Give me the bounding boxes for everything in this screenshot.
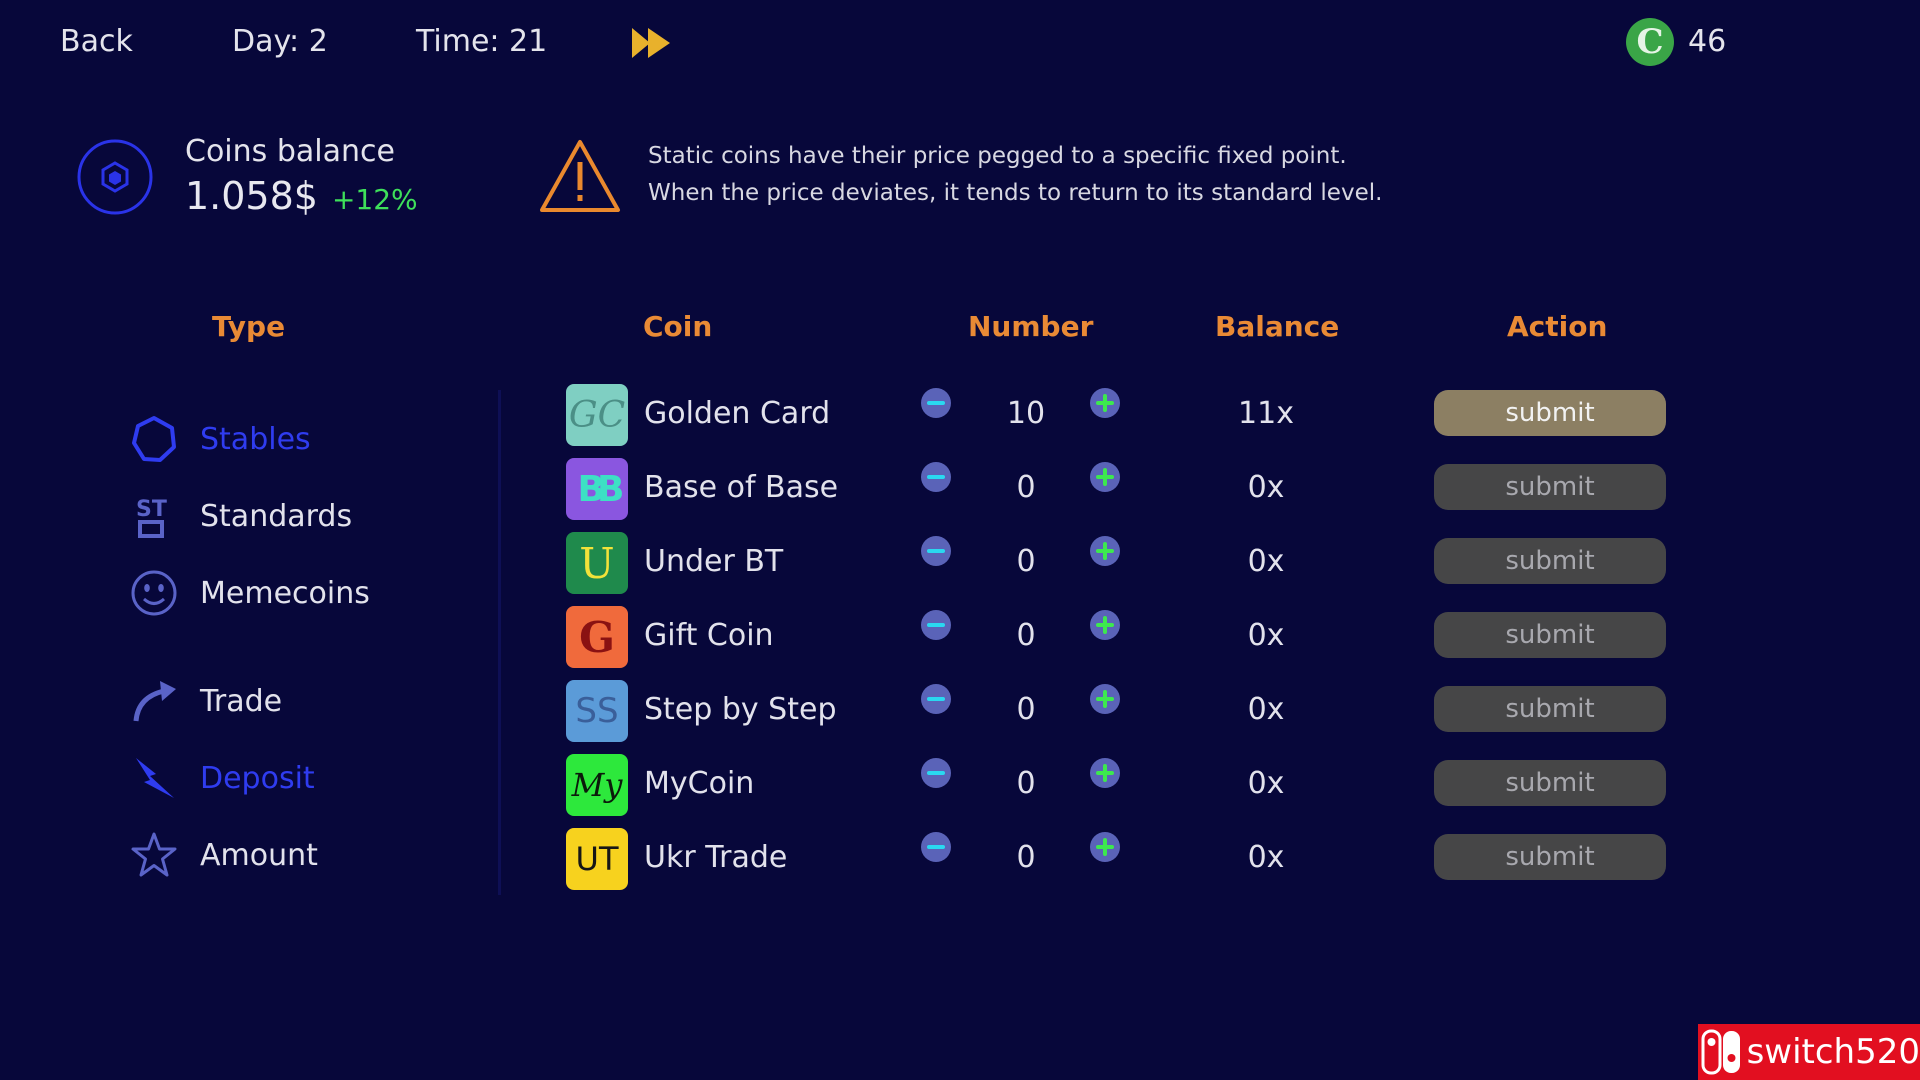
coin-balance: 0x bbox=[1247, 840, 1285, 875]
arrow-up-right-icon bbox=[130, 677, 178, 725]
increase-button[interactable] bbox=[1090, 758, 1120, 788]
sidebar-item-label: Standards bbox=[200, 498, 353, 534]
mycoin-logo: My bbox=[566, 754, 628, 816]
coin-name: Gift Coin bbox=[644, 618, 774, 653]
coin-number: 0 bbox=[1016, 766, 1036, 801]
time-label: Time: 21 bbox=[416, 24, 548, 59]
svg-text:ST: ST bbox=[136, 497, 167, 522]
coin-name: Base of Base bbox=[644, 470, 839, 505]
coin-number: 0 bbox=[1016, 470, 1036, 505]
warning-message: Static coins have their price pegged to … bbox=[648, 138, 1408, 212]
coin-name: Under BT bbox=[644, 544, 784, 579]
sidebar-item-standards[interactable]: ST Standards bbox=[130, 488, 352, 544]
st-icon: ST bbox=[130, 492, 178, 540]
coins-balance-value: 1.058$ +12% bbox=[185, 174, 418, 218]
decrease-button[interactable] bbox=[921, 758, 951, 788]
submit-button[interactable]: submit bbox=[1434, 390, 1666, 436]
coin-name: Step by Step bbox=[644, 692, 837, 727]
submit-button[interactable]: submit bbox=[1434, 760, 1666, 806]
ukr-trade-logo: UT bbox=[566, 828, 628, 890]
sidebar-item-memecoins[interactable]: Memecoins bbox=[130, 565, 370, 621]
increase-button[interactable] bbox=[1090, 536, 1120, 566]
decrease-button[interactable] bbox=[921, 832, 951, 862]
coin-balance: 0x bbox=[1247, 618, 1285, 653]
decrease-button[interactable] bbox=[921, 536, 951, 566]
warning-icon bbox=[540, 140, 620, 212]
switch-logo-icon bbox=[1698, 1024, 1747, 1080]
header-action: Action bbox=[1507, 310, 1608, 343]
table-row: UT Ukr Trade 0 0x submit bbox=[566, 828, 1686, 892]
step-by-step-logo: SS bbox=[566, 680, 628, 742]
gift-coin-logo: G bbox=[566, 606, 628, 668]
coin-number: 0 bbox=[1016, 544, 1036, 579]
balance-amount: 1.058$ bbox=[185, 174, 318, 218]
submit-button[interactable]: submit bbox=[1434, 834, 1666, 880]
coin-count: 46 bbox=[1688, 24, 1727, 59]
sidebar-item-label: Stables bbox=[200, 421, 311, 457]
increase-button[interactable] bbox=[1090, 462, 1120, 492]
coin-balance: 0x bbox=[1247, 544, 1285, 579]
coin-number: 0 bbox=[1016, 692, 1036, 727]
back-button[interactable]: Back bbox=[60, 24, 133, 59]
increase-button[interactable] bbox=[1090, 388, 1120, 418]
golden-card-logo: GC bbox=[566, 384, 628, 446]
submit-button[interactable]: submit bbox=[1434, 538, 1666, 584]
sidebar-item-label: Trade bbox=[200, 683, 283, 719]
star-icon bbox=[130, 831, 178, 879]
decrease-button[interactable] bbox=[921, 388, 951, 418]
header-type: Type bbox=[212, 310, 286, 343]
header-coin: Coin bbox=[643, 310, 713, 343]
header-balance: Balance bbox=[1215, 310, 1340, 343]
under-bt-logo: U bbox=[566, 532, 628, 594]
sidebar-item-amount[interactable]: Amount bbox=[130, 827, 318, 883]
sidebar-item-deposit[interactable]: Deposit bbox=[130, 750, 315, 806]
warning-line-1: Static coins have their price pegged to … bbox=[648, 143, 1347, 169]
table-row: SS Step by Step 0 0x submit bbox=[566, 680, 1686, 744]
coin-name: Golden Card bbox=[644, 396, 831, 431]
decrease-button[interactable] bbox=[921, 610, 951, 640]
smiley-icon bbox=[130, 569, 178, 617]
increase-button[interactable] bbox=[1090, 832, 1120, 862]
increase-button[interactable] bbox=[1090, 610, 1120, 640]
coin-balance: 11x bbox=[1238, 396, 1294, 431]
decrease-button[interactable] bbox=[921, 684, 951, 714]
coin-number: 0 bbox=[1016, 840, 1036, 875]
table-row: My MyCoin 0 0x submit bbox=[566, 754, 1686, 818]
table-row: GC Golden Card 10 11x submit bbox=[566, 384, 1686, 448]
sidebar-divider bbox=[498, 390, 501, 895]
submit-button[interactable]: submit bbox=[1434, 686, 1666, 732]
coin-number: 10 bbox=[1006, 396, 1046, 431]
fast-forward-icon[interactable] bbox=[630, 24, 674, 62]
coin-balance: 0x bbox=[1247, 766, 1285, 801]
sidebar-item-label: Amount bbox=[200, 837, 318, 873]
table-row: G Gift Coin 0 0x submit bbox=[566, 606, 1686, 670]
coin-name: MyCoin bbox=[644, 766, 755, 801]
day-label: Day: 2 bbox=[232, 24, 328, 59]
coin-name: Ukr Trade bbox=[644, 840, 788, 875]
watermark: switch520 bbox=[1698, 1024, 1920, 1080]
coin-balance: 0x bbox=[1247, 470, 1285, 505]
sidebar-item-label: Deposit bbox=[200, 760, 315, 796]
warning-line-2: When the price deviates, it tends to ret… bbox=[648, 180, 1383, 206]
balance-change: +12% bbox=[331, 183, 418, 216]
table-row: BB Base of Base 0 0x submit bbox=[566, 458, 1686, 522]
coins-balance-label: Coins balance bbox=[185, 134, 395, 169]
watermark-text: switch520 bbox=[1746, 1032, 1920, 1072]
header-number: Number bbox=[968, 310, 1094, 343]
hexagon-icon bbox=[130, 415, 178, 463]
coin-balance: 0x bbox=[1247, 692, 1285, 727]
sidebar-item-label: Memecoins bbox=[200, 575, 370, 611]
submit-button[interactable]: submit bbox=[1434, 612, 1666, 658]
coin-number: 0 bbox=[1016, 618, 1036, 653]
sidebar-item-trade[interactable]: Trade bbox=[130, 673, 282, 729]
lightning-icon bbox=[130, 754, 178, 802]
base-of-base-logo: BB bbox=[566, 458, 628, 520]
sidebar-item-stables[interactable]: Stables bbox=[130, 411, 311, 467]
decrease-button[interactable] bbox=[921, 462, 951, 492]
table-row: U Under BT 0 0x submit bbox=[566, 532, 1686, 596]
submit-button[interactable]: submit bbox=[1434, 464, 1666, 510]
coins-balance-icon bbox=[77, 139, 153, 215]
increase-button[interactable] bbox=[1090, 684, 1120, 714]
coin-currency-icon: C bbox=[1626, 18, 1674, 66]
